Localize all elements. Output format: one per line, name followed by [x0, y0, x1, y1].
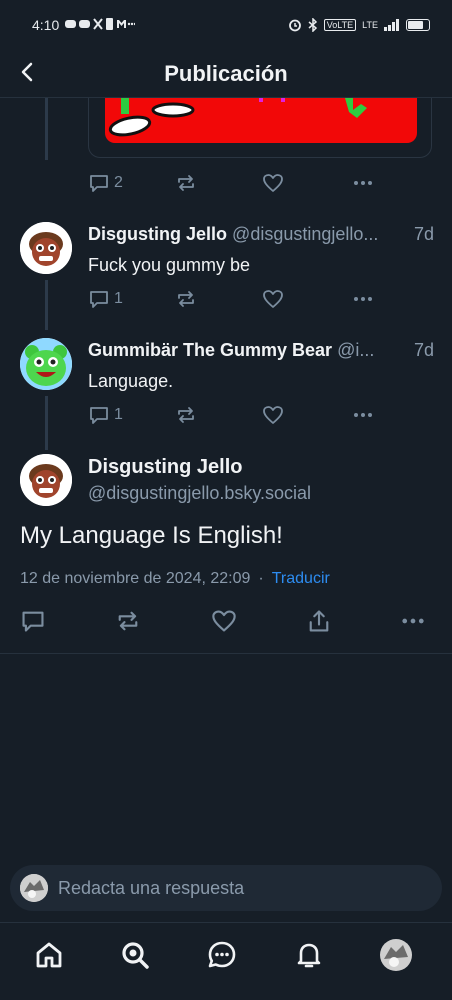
home-icon	[36, 942, 62, 968]
reply-placeholder: Redacta una respuesta	[58, 877, 245, 898]
share-icon	[309, 610, 329, 632]
heart-icon	[263, 290, 283, 308]
reply-button[interactable]: 1	[88, 404, 123, 426]
more-horizontal-icon	[354, 181, 372, 185]
reply-icon	[90, 407, 108, 424]
avatar[interactable]	[20, 338, 72, 390]
post-date: 12 de noviembre de 2024, 22:09	[20, 570, 251, 587]
tab-chat[interactable]	[205, 938, 239, 972]
author-handle[interactable]: @i...	[337, 340, 374, 360]
reply-button[interactable]: 2	[88, 172, 123, 194]
more-horizontal-icon	[354, 413, 372, 417]
author-name[interactable]: Gummibär The Gummy Bear	[88, 340, 332, 360]
author-handle[interactable]: @disgustingjello...	[232, 224, 378, 244]
reply-count: 1	[114, 290, 123, 307]
thread-line	[45, 396, 48, 450]
reply-icon	[90, 175, 108, 192]
reply-icon	[90, 291, 108, 308]
volte-badge: VoLTE	[323, 19, 357, 31]
notification-glyphs-icon	[65, 17, 137, 30]
thread-line	[45, 98, 48, 160]
battery-icon	[406, 19, 430, 31]
embed-card[interactable]	[88, 98, 432, 158]
reply-button[interactable]	[20, 608, 46, 634]
author-name[interactable]: Disgusting Jello	[88, 456, 242, 479]
repost-button[interactable]	[175, 288, 197, 310]
post-time: 7d	[407, 340, 434, 361]
thread-line	[45, 280, 48, 330]
author-line: Gummibär The Gummy Bear @i... 7d	[88, 340, 434, 362]
jello-avatar-icon	[20, 454, 72, 506]
page-title: Publicación	[164, 60, 288, 86]
reply-button[interactable]: 1	[88, 288, 123, 310]
reply-count: 1	[114, 406, 123, 423]
post-text: Language.	[88, 371, 174, 391]
repost-button[interactable]	[175, 404, 197, 426]
like-button[interactable]	[262, 288, 284, 310]
avatar	[20, 874, 48, 902]
signal-icon	[384, 19, 399, 31]
tab-home[interactable]	[32, 938, 66, 972]
repost-icon	[178, 291, 194, 307]
translate-link[interactable]: Traducir	[272, 570, 330, 587]
header: Publicación	[0, 50, 452, 98]
heart-icon	[263, 174, 283, 192]
bottom-tab-bar	[0, 922, 452, 1000]
tab-notifications[interactable]	[292, 938, 326, 972]
profile-avatar-icon	[380, 939, 412, 971]
bluetooth-icon	[308, 18, 317, 32]
embed-image	[105, 98, 417, 143]
post-text: Fuck you gummy be	[88, 255, 251, 275]
notification-icons	[65, 17, 137, 33]
back-arrow-icon[interactable]	[16, 60, 40, 84]
more-horizontal-icon	[354, 297, 372, 301]
post-time: 7d	[407, 224, 434, 245]
jello-avatar-icon	[20, 222, 72, 274]
more-horizontal-icon	[402, 618, 424, 624]
bell-icon	[297, 943, 321, 968]
search-icon	[122, 942, 149, 969]
more-options-button[interactable]	[352, 172, 374, 194]
divider	[0, 653, 452, 654]
share-button[interactable]	[306, 608, 332, 634]
lte-label: LTE	[362, 20, 378, 30]
author-line: Disgusting Jello @disgustingjello... 7d	[88, 224, 434, 246]
more-options-button[interactable]	[352, 288, 374, 310]
like-button[interactable]	[211, 608, 237, 634]
tab-search[interactable]	[118, 938, 152, 972]
like-button[interactable]	[262, 404, 284, 426]
reply-composer[interactable]: Redacta una respuesta	[10, 865, 442, 911]
more-options-button[interactable]	[352, 404, 374, 426]
chat-icon	[208, 941, 236, 968]
reply-icon	[22, 611, 44, 632]
author-handle[interactable]: @disgustingjello.bsky.social	[88, 483, 311, 504]
meta-separator: ·	[258, 570, 264, 587]
repost-icon	[178, 407, 194, 423]
repost-button[interactable]	[175, 172, 197, 194]
repost-icon	[118, 611, 138, 631]
embed-drawing	[108, 98, 367, 137]
post-text: My Language Is English!	[20, 522, 283, 549]
like-button[interactable]	[262, 172, 284, 194]
more-options-button[interactable]	[400, 608, 426, 634]
avatar[interactable]	[20, 454, 72, 506]
heart-icon	[263, 406, 283, 424]
author-name[interactable]: Disgusting Jello	[88, 224, 227, 244]
gummy-bear-avatar-icon	[20, 338, 72, 390]
repost-button[interactable]	[115, 608, 141, 634]
tab-profile[interactable]	[379, 938, 413, 972]
reply-count: 2	[114, 174, 123, 191]
user-avatar-icon	[20, 874, 48, 902]
heart-icon	[212, 610, 236, 632]
repost-icon	[178, 175, 194, 191]
avatar[interactable]	[20, 222, 72, 274]
alarm-icon	[288, 19, 301, 32]
status-time: 4:10	[32, 17, 60, 33]
status-bar: 4:10 VoLTE LTE	[0, 0, 452, 50]
post-meta: 12 de noviembre de 2024, 22:09 · Traducir	[20, 570, 330, 588]
